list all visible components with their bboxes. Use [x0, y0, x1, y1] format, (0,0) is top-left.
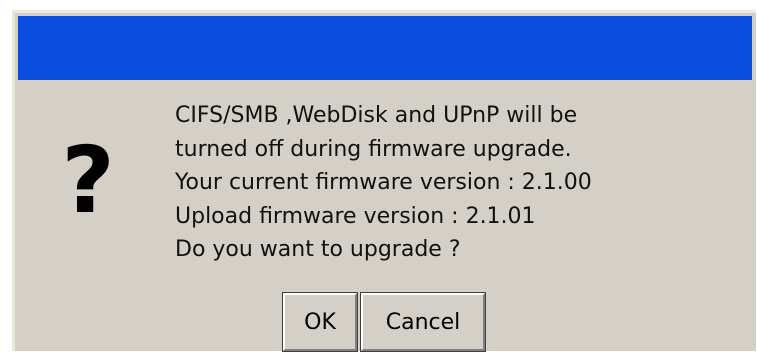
message-line: Upload firmware version : 2.1.01 — [175, 203, 536, 229]
dialog-message: CIFS/SMB ,WebDisk and UPnP will be turne… — [175, 99, 750, 267]
ok-button[interactable]: OK — [282, 292, 358, 352]
message-line: Do you want to upgrade ? — [175, 237, 461, 262]
message-line: CIFS/SMB ,WebDisk and UPnP will be — [175, 103, 578, 128]
confirm-dialog: ? CIFS/SMB ,WebDisk and UPnP will be tur… — [12, 10, 756, 352]
dialog-titlebar[interactable] — [18, 16, 752, 80]
dialog-buttons: OK Cancel — [282, 292, 486, 352]
cancel-button[interactable]: Cancel — [360, 292, 486, 352]
message-line: turned off during firmware upgrade. — [175, 136, 572, 162]
screen: ? CIFS/SMB ,WebDisk and UPnP will be tur… — [0, 0, 757, 356]
message-line: Your current firmware version : 2.1.00 — [175, 170, 592, 195]
question-mark-icon: ? — [61, 127, 115, 234]
